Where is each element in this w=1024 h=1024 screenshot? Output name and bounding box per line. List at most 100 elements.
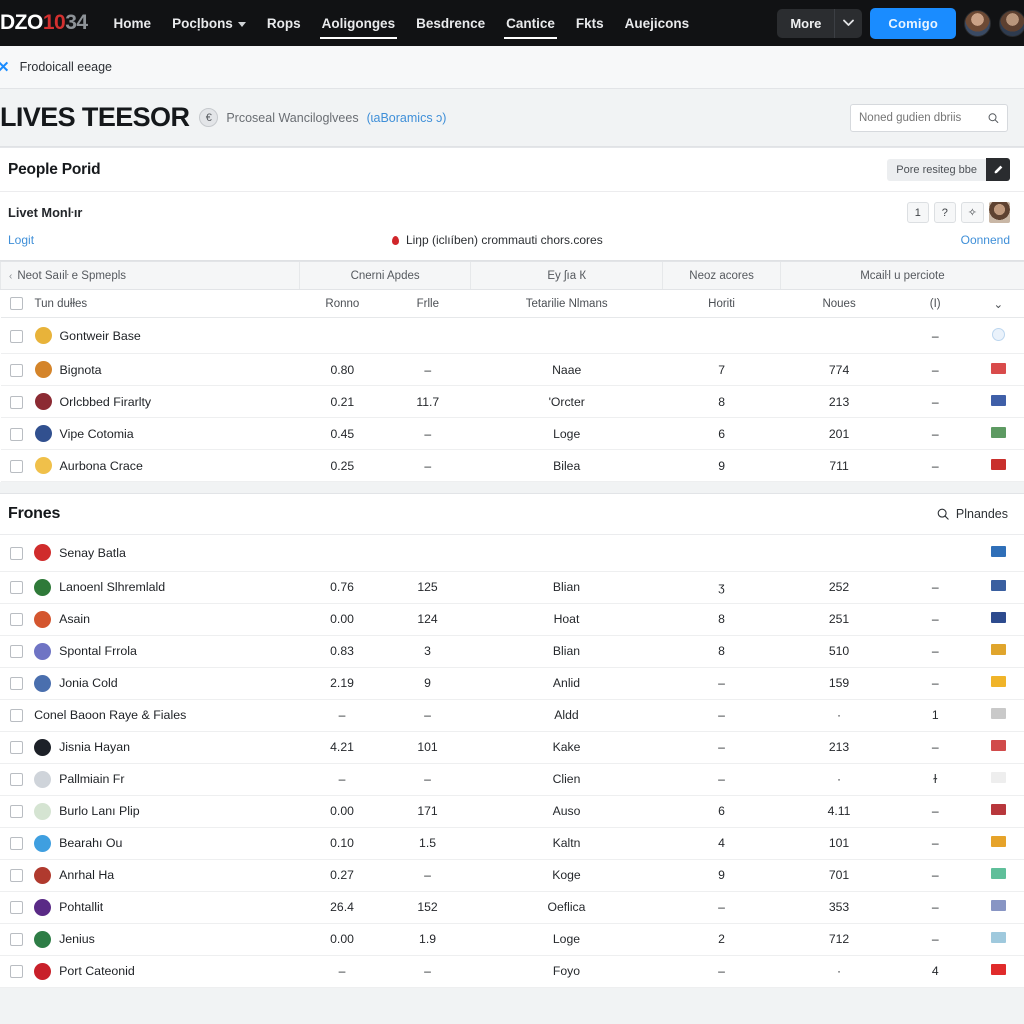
search-icon [988,112,999,123]
frones-search-action[interactable]: Plnandes [937,507,1008,521]
row-checkbox[interactable] [9,613,23,627]
row-checkbox[interactable] [9,773,23,787]
search-input[interactable] [859,111,983,124]
col-header-o[interactable]: (I) [897,289,973,318]
nav-link-1[interactable]: Pocḷbons [170,2,248,44]
table-row[interactable]: Aurbona Crace 0.25– Bilea 9 711– [0,449,1024,482]
row-team-cell: Hoat [470,603,663,636]
table-row[interactable]: Spontal Frrola 0.83 3 Blian 8 510– [0,635,1024,668]
section-spacer [0,482,1024,493]
row-h-cell: 9 [662,449,781,482]
table-row[interactable]: Vipe Cotomia 0.45– Loge 6 201– [0,417,1024,450]
note-right-link[interactable]: Oonnend [961,233,1010,247]
col-header-h[interactable]: Horiti [662,289,781,318]
pencil-icon[interactable] [986,158,1010,181]
nav-link-5[interactable]: Cantice [504,2,557,44]
row-n-cell: 4.11 [780,795,898,828]
more-chevron-down-icon[interactable] [834,8,863,38]
group-header-4[interactable]: Mcaiŀl u perciote [779,261,1024,290]
row-num1-cell [299,535,385,572]
group-header-1[interactable]: Cnerni Apdes [299,261,471,290]
row-checkbox[interactable] [9,645,23,659]
row-checkbox[interactable] [9,546,23,560]
row-checkbox[interactable] [10,329,24,343]
nav-link-0[interactable]: Home [112,2,154,44]
search-box[interactable] [850,103,1008,132]
row-num1-cell: 0.76 [299,571,385,604]
table-row[interactable]: Pallmiain Fr – – Clien – · ɫ [0,763,1024,796]
col-header-name[interactable]: Tun dułłes [32,289,300,318]
nav-link-3[interactable]: Aoligonges [319,2,398,44]
row-checkbox[interactable] [10,363,24,377]
row-team-cell: Naae [470,353,663,386]
group-header-3[interactable]: Neoz acores [662,261,781,290]
row-o-cell: – [897,891,973,924]
col-header-n[interactable]: Noues [780,289,898,318]
mini-button-1[interactable]: 1 [906,202,929,223]
cta-button[interactable]: Comigo [870,7,956,39]
chevron-left-icon[interactable]: ‹ [9,271,12,282]
row-checkbox[interactable] [9,741,23,755]
table-row[interactable]: Bearahı Ou 0.10 1.5 Kaltn 4 101– [0,827,1024,860]
mini-avatar[interactable] [989,202,1010,223]
nav-link-6[interactable]: Fkts [574,2,606,44]
edit-chip-label[interactable]: Pore resiteg bbe [887,158,986,181]
table-row[interactable]: Senay Batla [0,535,1024,572]
table-row[interactable]: Burlo Lanı Plip 0.00 171 Auso 6 4.11– [0,795,1024,828]
row-team-cell: Anlid [470,667,663,700]
row-num1-cell: – [299,955,385,988]
row-team-badge-icon [34,962,52,980]
row-checkbox[interactable] [9,581,23,595]
nav-link-4[interactable]: Besdrence [414,2,487,44]
brand-logo[interactable]: DZO 10 34 [0,11,88,35]
row-checkbox[interactable] [9,869,23,883]
col-header-num1[interactable]: Ronno [299,289,386,318]
table-row[interactable]: Conel Baoon Raye & Fiales – – Aldd – · 1 [0,699,1024,732]
nav-link-2[interactable]: Rops [265,2,303,44]
table-row[interactable]: Pohtallit 26.4 152 Oeflica –353– [0,891,1024,924]
mini-button-?[interactable]: ? [933,202,956,223]
col-header-team[interactable]: Tetarilie Nlmans [470,289,663,318]
nav-link-7[interactable]: Auejicons [623,2,692,44]
row-checkbox[interactable] [9,933,23,947]
row-num2-cell: – [384,763,471,796]
row-team-cell: Blian [470,635,663,668]
row-checkbox[interactable] [9,709,23,723]
table-row[interactable]: Jisnia Hayan 4.21 101 Kake –213– [0,731,1024,764]
user-avatar[interactable] [964,9,991,37]
table-row[interactable]: Asain 0.00 124 Hoat 8 251– [0,603,1024,636]
mini-button-✧[interactable]: ✧ [960,202,984,223]
row-name-label: Jenius [59,932,95,946]
row-checkbox[interactable] [9,965,23,979]
table-row[interactable]: Orlcbbed Firarlty 0.21 11.7 'Orcter 8 213– [0,385,1024,418]
table-row[interactable]: Jonia Cold 2.19 9 Anlid –159– [0,667,1024,700]
row-checkbox[interactable] [10,427,24,441]
table-row[interactable]: Anrhal Ha 0.27– Koge 9 701– [0,859,1024,892]
row-checkbox[interactable] [9,837,23,851]
row-flag-cell [972,385,1024,418]
table-row[interactable]: Lanoenl Slhremlald 0.76 125 Blian ʒ 252– [0,571,1024,604]
note-left-link[interactable]: Logit [8,233,34,247]
table-row[interactable]: Gontweir Base – [0,317,1024,354]
secondary-avatar[interactable] [999,9,1024,37]
group-header-2[interactable]: Ey ʃıа К [470,261,663,290]
table-row[interactable]: Jenius 0.00 1.9 Loge 2 712– [0,923,1024,956]
row-checkbox[interactable] [10,459,24,473]
nav-link-label: Auejicons [624,16,690,31]
row-checkbox[interactable] [9,677,23,691]
more-button[interactable]: More [777,8,835,38]
col-header-num2[interactable]: Frlle [385,289,471,318]
card-subheading: Livet Monŀır [8,205,83,220]
col-header-chevron-down-icon[interactable]: ⌄ [972,289,1024,318]
row-num1-cell [299,317,386,354]
close-icon[interactable]: ✕ [0,58,10,76]
table-row[interactable]: Bignota 0.80– Naae 7 774– [0,353,1024,386]
page-subtitle-link[interactable]: (ɩaBoramics ɔ) [367,111,447,125]
table-row[interactable]: Port Cateonid – – Foyo – · 4 [0,955,1024,988]
select-all-checkbox[interactable] [10,297,24,310]
row-checkbox[interactable] [9,901,23,915]
group-header-0[interactable]: ‹ Neot Saıiŀ e Spmepls [0,261,300,290]
row-checkbox[interactable] [9,805,23,819]
row-checkbox[interactable] [10,395,24,409]
page-title: LIVES TEESOR [0,102,190,132]
